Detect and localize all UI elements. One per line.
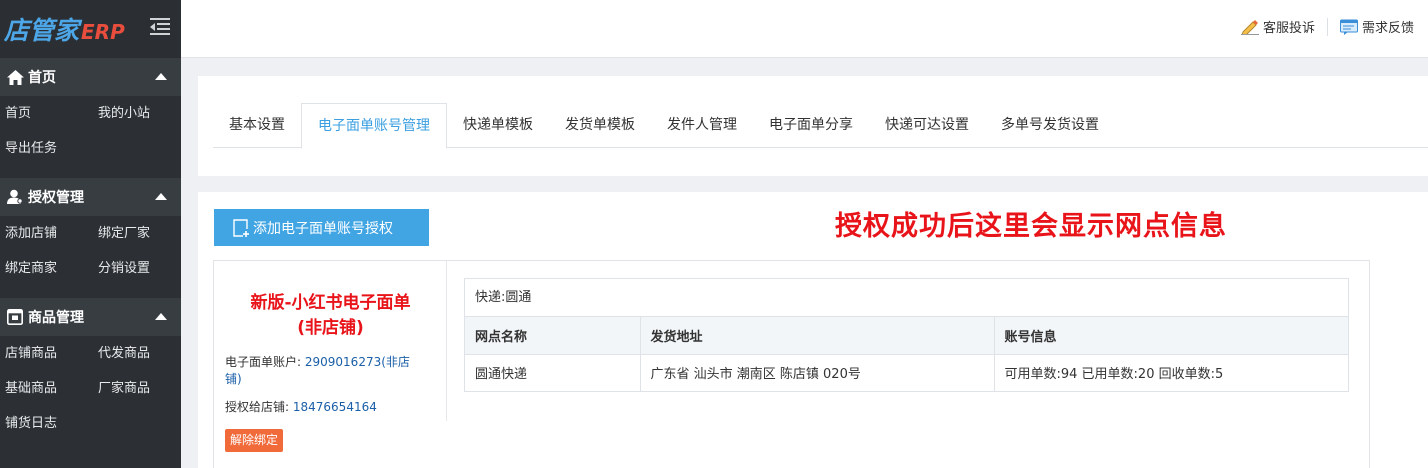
complaint-label: 客服投诉	[1262, 21, 1315, 36]
tab-express-coverage[interactable]: 快递可达设置	[869, 103, 985, 148]
sidebar-item-distribution-settings[interactable]: 分销设置	[93, 259, 181, 294]
account-value: 2909016273(非店	[304, 355, 410, 369]
sidebar-item-shop-products[interactable]: 店铺商品	[0, 344, 93, 379]
tab-delivery-template[interactable]: 发货单模板	[549, 103, 651, 148]
table-row: 圆通快递 广东省 汕头市 潮南区 陈店镇 020号 可用单数:94 已用单数:2…	[465, 354, 1348, 391]
caret-up-icon	[155, 73, 167, 80]
account-number-line: 电子面单账户: 2909016273(非店	[225, 354, 410, 371]
caret-up-icon	[155, 193, 167, 200]
divider	[1326, 17, 1328, 36]
box-icon	[6, 309, 24, 325]
sidebar-item-listing-log[interactable]: 铺货日志	[0, 414, 93, 449]
tab-express-template[interactable]: 快递单模板	[447, 103, 549, 148]
branch-info-table: 快递:圆通 网点名称 发货地址 账号信息 圆通快递 广东省 汕头市 潮南区 陈店…	[464, 278, 1349, 392]
pen-icon	[1240, 19, 1259, 35]
authorized-shop-label: 授权给店铺:	[225, 400, 290, 414]
sidebar-item-base-products[interactable]: 基础商品	[0, 379, 93, 414]
sidebar-item-factory-products[interactable]: 厂家商品	[93, 379, 181, 414]
waybill-account-card: 新版-小红书电子面单 (非店铺) 电子面单账户: 2909016273(非店 铺…	[213, 260, 1370, 468]
tab-waybill-accounts[interactable]: 电子面单账号管理	[301, 103, 447, 149]
table-cell: 圆通快递	[465, 354, 641, 391]
user-icon	[6, 189, 24, 205]
tab-multi-tracking[interactable]: 多单号发货设置	[985, 103, 1115, 148]
account-title-line: (非店铺)	[297, 318, 364, 338]
sidebar-section-label: 授权管理	[28, 190, 84, 206]
settings-tabs: 基本设置 电子面单账号管理 快递单模板 发货单模板 发件人管理 电子面单分享 快…	[213, 103, 1428, 149]
tabs-panel: 基本设置 电子面单账号管理 快递单模板 发货单模板 发件人管理 电子面单分享 快…	[198, 76, 1428, 176]
add-document-icon	[233, 218, 249, 237]
sidebar-item-export-tasks[interactable]: 导出任务	[0, 139, 93, 174]
table-cell: 可用单数:94 已用单数:20 回收单数:5	[1004, 367, 1224, 383]
authorized-shop-line: 授权给店铺: 18476654164	[225, 399, 377, 416]
sidebar-section-products[interactable]: 商品管理	[0, 298, 181, 336]
column-header: 账号信息	[994, 317, 1348, 355]
menu-collapse-icon[interactable]	[150, 17, 170, 35]
feedback-label: 需求反馈	[1361, 21, 1414, 36]
sidebar-section-auth[interactable]: 授权管理	[0, 178, 181, 216]
sidebar-submenu-products: 店铺商品 代发商品 基础商品 厂家商品 铺货日志	[0, 336, 181, 453]
logo[interactable]: 店管家 ERP	[4, 11, 125, 47]
tab-sender-management[interactable]: 发件人管理	[651, 103, 753, 148]
sidebar: 店管家 ERP 首页 首页 我的小站 导出任务 授权管理 添加店铺 绑定厂家 绑定…	[0, 0, 181, 468]
tab-waybill-sharing[interactable]: 电子面单分享	[753, 103, 869, 148]
feedback-link[interactable]: 需求反馈	[1334, 17, 1420, 36]
column-header: 网点名称	[465, 317, 641, 355]
sidebar-section-label: 商品管理	[28, 310, 84, 326]
sidebar-item-my-site[interactable]: 我的小站	[93, 104, 181, 139]
sidebar-item-bind-factory[interactable]: 绑定厂家	[93, 224, 181, 259]
unbind-button[interactable]: 解除绑定	[225, 429, 284, 452]
home-icon	[6, 69, 24, 85]
sidebar-section-home[interactable]: 首页	[0, 58, 181, 96]
branch-table: 网点名称 发货地址 账号信息 圆通快递 广东省 汕头市 潮南区 陈店镇 020号…	[465, 317, 1348, 391]
add-waybill-account-button[interactable]: 添加电子面单账号授权	[214, 209, 429, 246]
account-title-line: 新版-小红书电子面单	[250, 293, 411, 313]
content-panel: 添加电子面单账号授权 授权成功后这里会显示网点信息 新版-小红书电子面单 (非店…	[198, 192, 1428, 468]
sidebar-submenu-auth: 添加店铺 绑定厂家 绑定商家 分销设置	[0, 216, 181, 298]
table-cell: 广东省 汕头市 潮南区 陈店镇 020号	[640, 354, 995, 391]
sidebar-section-label: 首页	[28, 70, 56, 86]
authorized-shop-value: 18476654164	[292, 400, 377, 414]
account-value-cont: 铺)	[225, 372, 242, 386]
sidebar-submenu-home: 首页 我的小站 导出任务	[0, 96, 181, 178]
sidebar-item-dropship-products[interactable]: 代发商品	[93, 344, 181, 379]
account-label: 电子面单账户:	[225, 355, 302, 369]
top-bar: 客服投诉 需求反馈	[181, 0, 1428, 58]
account-info: 新版-小红书电子面单 (非店铺) 电子面单账户: 2909016273(非店 铺…	[214, 261, 447, 421]
sidebar-item-home[interactable]: 首页	[0, 104, 93, 139]
logo-main: 店管家	[4, 16, 80, 45]
sidebar-item-bind-merchant[interactable]: 绑定商家	[0, 259, 93, 294]
top-actions: 客服投诉 需求反馈	[1235, 17, 1420, 36]
account-title: 新版-小红书电子面单 (非店铺)	[214, 291, 447, 341]
express-caption: 快递:圆通	[465, 279, 1348, 317]
notice-text: 授权成功后这里会显示网点信息	[835, 211, 1227, 242]
column-header: 发货地址	[640, 317, 995, 355]
complaint-link[interactable]: 客服投诉	[1235, 17, 1321, 36]
account-number-line-cont: 铺)	[225, 371, 242, 388]
add-button-label: 添加电子面单账号授权	[253, 220, 393, 237]
tab-basic-settings[interactable]: 基本设置	[213, 103, 301, 148]
caret-up-icon	[155, 313, 167, 320]
sidebar-item-add-shop[interactable]: 添加店铺	[0, 224, 93, 259]
feedback-icon	[1339, 19, 1358, 35]
logo-suffix: ERP	[81, 20, 125, 44]
